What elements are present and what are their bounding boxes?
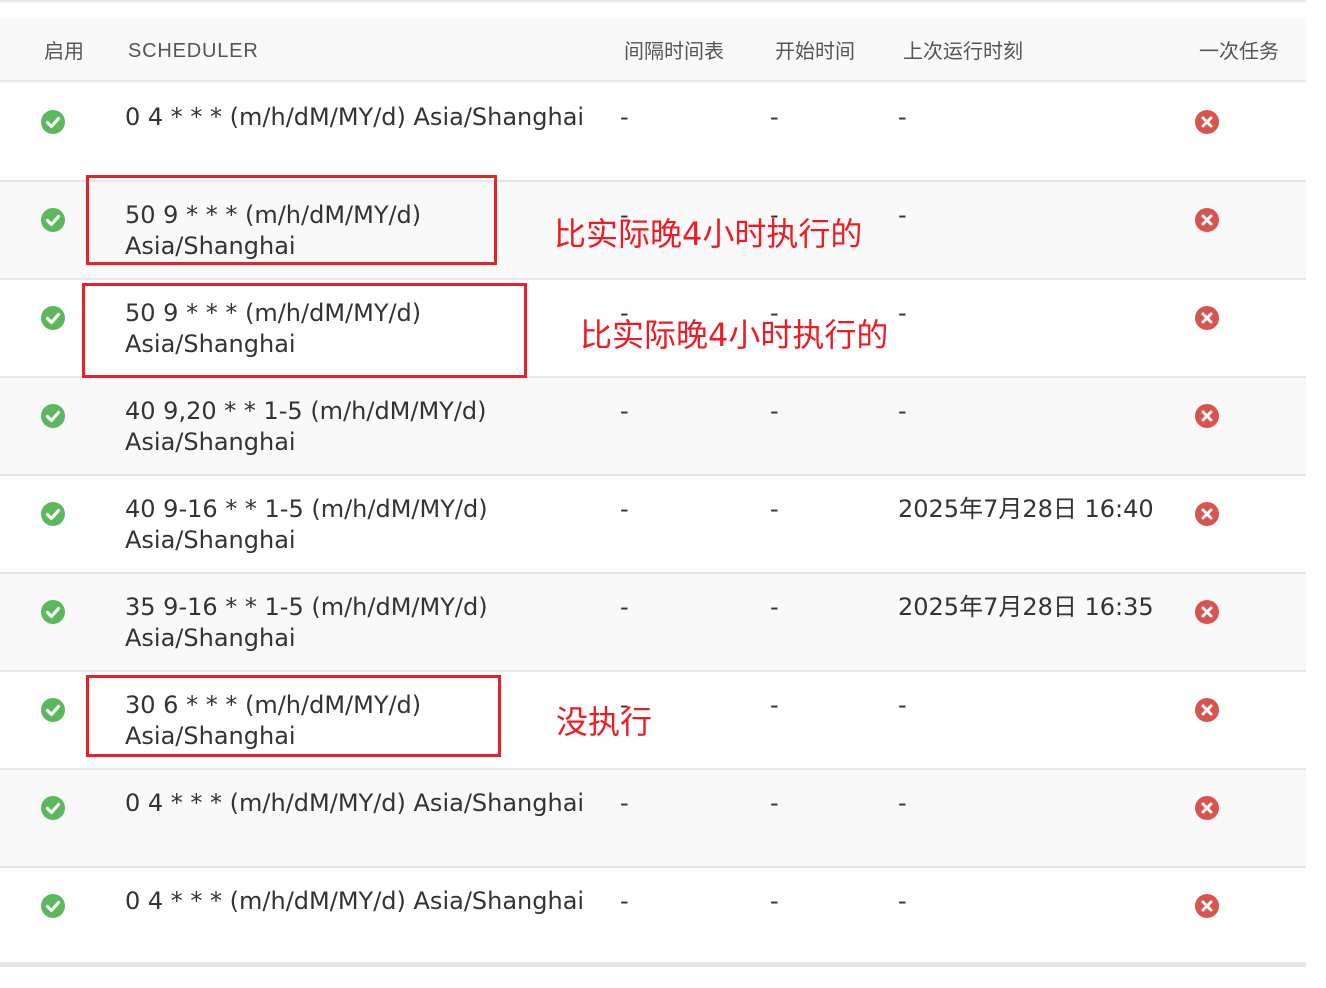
start-time-cell: -: [770, 103, 779, 131]
table-row[interactable]: 0 4 * * * (m/h/dM/MY/d) Asia/Shanghai - - -: [0, 770, 1306, 868]
table-row[interactable]: 35 9-16 * * 1-5 (m/h/dM/MY/d) Asia/Shang…: [0, 574, 1306, 672]
cross-icon: [1195, 600, 1219, 624]
interval-cell: -: [620, 789, 629, 817]
cross-icon: [1195, 502, 1219, 526]
check-icon: [41, 894, 65, 918]
start-time-cell: -: [770, 593, 779, 621]
annotation-box-1: [86, 175, 497, 265]
interval-cell: -: [620, 495, 629, 523]
last-run-cell: -: [898, 397, 907, 425]
start-time-cell: -: [770, 495, 779, 523]
check-icon: [41, 796, 65, 820]
check-icon: [41, 306, 65, 330]
cross-icon: [1195, 208, 1219, 232]
table-header-row: 启用 SCHEDULER 间隔时间表 开始时间 上次运行时刻 一次任务: [0, 18, 1306, 82]
scheduler-cell[interactable]: 0 4 * * * (m/h/dM/MY/d) Asia/Shanghai: [125, 102, 605, 133]
interval-cell: -: [620, 103, 629, 131]
cross-icon: [1195, 404, 1219, 428]
scheduler-cell[interactable]: 35 9-16 * * 1-5 (m/h/dM/MY/d) Asia/Shang…: [125, 592, 515, 654]
last-run-cell: -: [898, 789, 907, 817]
start-time-cell: -: [770, 691, 779, 719]
cross-icon: [1195, 796, 1219, 820]
cross-icon: [1195, 110, 1219, 134]
annotation-text-3: 没执行: [556, 703, 653, 741]
start-time-cell: -: [770, 397, 779, 425]
column-header-enabled[interactable]: 启用: [44, 38, 84, 64]
table-row[interactable]: 0 4 * * * (m/h/dM/MY/d) Asia/Shanghai - - -: [0, 868, 1306, 966]
annotation-text-1: 比实际晚4小时执行的: [554, 215, 863, 253]
check-icon: [41, 698, 65, 722]
last-run-cell: -: [898, 201, 907, 229]
last-run-cell: -: [898, 691, 907, 719]
table-row[interactable]: 0 4 * * * (m/h/dM/MY/d) Asia/Shanghai - - -: [0, 84, 1306, 182]
check-icon: [41, 404, 65, 428]
scheduler-cell[interactable]: 40 9,20 * * 1-5 (m/h/dM/MY/d) Asia/Shang…: [125, 396, 515, 458]
check-icon: [41, 600, 65, 624]
last-run-cell: -: [898, 103, 907, 131]
column-header-start-time[interactable]: 开始时间: [775, 38, 855, 64]
check-icon: [41, 502, 65, 526]
start-time-cell: -: [770, 887, 779, 915]
last-run-cell: 2025年7月28日 16:35: [898, 593, 1154, 621]
scheduler-cell[interactable]: 0 4 * * * (m/h/dM/MY/d) Asia/Shanghai: [125, 886, 605, 917]
scheduler-cell[interactable]: 40 9-16 * * 1-5 (m/h/dM/MY/d) Asia/Shang…: [125, 494, 515, 556]
scheduler-cell[interactable]: 0 4 * * * (m/h/dM/MY/d) Asia/Shanghai: [125, 788, 605, 819]
check-icon: [41, 208, 65, 232]
interval-cell: -: [620, 887, 629, 915]
table-row[interactable]: 40 9,20 * * 1-5 (m/h/dM/MY/d) Asia/Shang…: [0, 378, 1306, 476]
annotation-box-2: [82, 283, 527, 378]
annotation-box-3: [86, 675, 501, 757]
last-run-cell: -: [898, 299, 907, 327]
table-row[interactable]: 40 9-16 * * 1-5 (m/h/dM/MY/d) Asia/Shang…: [0, 476, 1306, 574]
column-header-interval[interactable]: 间隔时间表: [624, 38, 724, 64]
column-header-scheduler[interactable]: SCHEDULER: [128, 38, 259, 64]
column-header-one-off[interactable]: 一次任务: [1199, 38, 1279, 64]
annotation-text-2: 比实际晚4小时执行的: [580, 316, 889, 354]
cross-icon: [1195, 698, 1219, 722]
start-time-cell: -: [770, 789, 779, 817]
interval-cell: -: [620, 593, 629, 621]
cross-icon: [1195, 306, 1219, 330]
column-header-last-run[interactable]: 上次运行时刻: [903, 38, 1023, 64]
last-run-cell: -: [898, 887, 907, 915]
table-top-border: [0, 0, 1306, 2]
check-icon: [41, 110, 65, 134]
table-bottom-border: [0, 962, 1306, 967]
last-run-cell: 2025年7月28日 16:40: [898, 495, 1154, 523]
interval-cell: -: [620, 397, 629, 425]
cross-icon: [1195, 894, 1219, 918]
